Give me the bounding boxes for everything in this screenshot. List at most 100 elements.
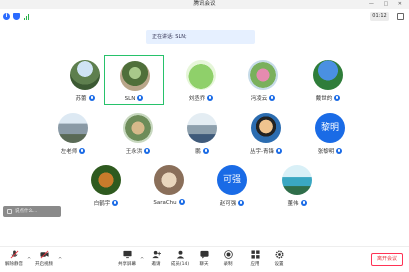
mic-icon [300, 200, 307, 206]
participant-name-row: 刘丞乔 [171, 94, 231, 102]
apps-icon [250, 250, 260, 259]
invite-icon [151, 250, 161, 259]
window-controls[interactable]: — □ ✕ [369, 1, 406, 7]
mic-icon [269, 95, 276, 101]
participant-avatar [248, 60, 278, 90]
mic-icon [144, 148, 151, 154]
participant-name-row: 白鹤宇 [76, 199, 136, 207]
participant-name-row: SLN [105, 95, 163, 102]
mic-icon [336, 148, 343, 154]
gear-icon [275, 250, 283, 259]
participant-tile[interactable]: 丛宇-青锋 [236, 108, 296, 158]
share-screen-button[interactable]: 共享屏幕 [113, 250, 141, 272]
mic-icon [334, 95, 341, 101]
settings-label: 设置 [274, 262, 284, 267]
microphone-icon [10, 250, 18, 259]
camera-icon [39, 250, 49, 259]
participant-name: 苏蕾 [75, 96, 87, 102]
participant-avatar [91, 165, 121, 195]
participant-avatar [70, 60, 100, 90]
meeting-toolbar: 解除静音 ^ 开启视频 ^ 共享屏幕 ^ 邀请 成员(14) 聊天 录制 应用 … [0, 246, 409, 272]
share-label: 共享屏幕 [118, 262, 136, 267]
participant-avatar [154, 165, 184, 195]
record-label: 录制 [223, 262, 233, 267]
participant-name-row: 董伟 [267, 199, 327, 207]
mute-label: 解除静音 [5, 262, 23, 267]
leave-meeting-button[interactable]: 离开会议 [371, 253, 403, 266]
participant-avatar [313, 60, 343, 90]
share-screen-icon [122, 250, 132, 259]
mic-icon [79, 148, 86, 154]
video-label: 开启视频 [35, 262, 53, 267]
mic-icon [88, 95, 95, 101]
participant-name-row: 左老师 [43, 147, 103, 155]
chat-bubble-icon [199, 250, 209, 259]
participant-name: 王永洪 [125, 149, 143, 155]
participant-tile[interactable]: 刘丞乔 [171, 55, 231, 105]
participant-name-row: 王永洪 [108, 147, 168, 155]
participant-name: 白鹤宇 [93, 201, 111, 207]
mic-icon [112, 200, 119, 206]
status-bar: i 01:12 [0, 9, 409, 24]
participant-avatar [123, 113, 153, 143]
participant-avatar [187, 113, 217, 143]
signal-icon[interactable] [24, 13, 31, 20]
participant-name: SaraChu [153, 200, 177, 206]
chat-icon [7, 209, 12, 214]
record-icon [223, 250, 233, 259]
mic-icon [178, 199, 185, 205]
title-bar: 腾讯会议 — □ ✕ [0, 0, 409, 9]
mic-icon [207, 95, 214, 101]
shield-icon[interactable] [13, 13, 20, 20]
fullscreen-icon[interactable] [397, 13, 404, 20]
participant-avatar: 可强 [217, 165, 247, 195]
mic-icon [276, 148, 282, 154]
speaking-indicator: 正在讲话: SLN; [146, 30, 255, 44]
participant-tile[interactable]: 黎明 张黎明 [300, 108, 360, 158]
participant-tile[interactable]: 冯凌云 [233, 55, 293, 105]
video-button[interactable]: 开启视频 [30, 250, 58, 272]
participant-tile[interactable]: 董伟 [267, 160, 327, 210]
participant-name-row: SaraChu [139, 199, 199, 206]
participant-name: 赵可强 [219, 201, 237, 207]
participant-name-row: 赵可强 [202, 199, 262, 207]
participant-name: 戴世的 [315, 96, 333, 102]
participant-name: 冯凌云 [250, 96, 268, 102]
chat-input[interactable]: 说点什么... [3, 206, 61, 217]
participant-name: 左老师 [60, 149, 78, 155]
participant-tile[interactable]: 戴世的 [298, 55, 358, 105]
participant-avatar [58, 113, 88, 143]
participant-avatar [120, 61, 150, 91]
participant-name: 董伟 [287, 201, 299, 207]
participant-avatar [186, 60, 216, 90]
participant-tile[interactable]: 鹏 [172, 108, 232, 158]
video-options-caret[interactable]: ^ [58, 257, 62, 263]
participant-name: 丛宇-青锋 [250, 149, 274, 155]
members-icon [176, 250, 184, 259]
participant-avatar: 黎明 [315, 113, 345, 143]
participant-tile[interactable]: SLN [104, 55, 164, 105]
participant-avatar [251, 113, 281, 143]
chat-placeholder: 说点什么... [15, 209, 38, 214]
info-icon[interactable]: i [3, 13, 10, 20]
participant-name: 鹏 [195, 149, 201, 155]
participant-name-row: 鹏 [172, 147, 232, 155]
participant-tile[interactable]: 王永洪 [108, 108, 168, 158]
participant-tile[interactable]: 左老师 [43, 108, 103, 158]
participant-name: 张黎明 [317, 149, 335, 155]
settings-button[interactable]: 设置 [265, 250, 293, 272]
meeting-timer: 01:12 [370, 12, 389, 21]
record-button[interactable]: 录制 [214, 250, 242, 272]
participant-name-row: 丛宇-青锋 [236, 147, 296, 155]
participant-tile[interactable]: 可强 赵可强 [202, 160, 262, 210]
participant-tile[interactable]: SaraChu [139, 160, 199, 210]
participant-name: 刘丞乔 [188, 96, 206, 102]
mic-icon [238, 200, 245, 206]
participant-name: SLN [124, 96, 136, 102]
mute-button[interactable]: 解除静音 [0, 250, 28, 272]
mic-icon [202, 148, 209, 154]
window-title: 腾讯会议 [193, 1, 216, 7]
participant-tile[interactable]: 白鹤宇 [76, 160, 136, 210]
mic-icon [137, 95, 144, 101]
participant-name-row: 戴世的 [298, 94, 358, 102]
